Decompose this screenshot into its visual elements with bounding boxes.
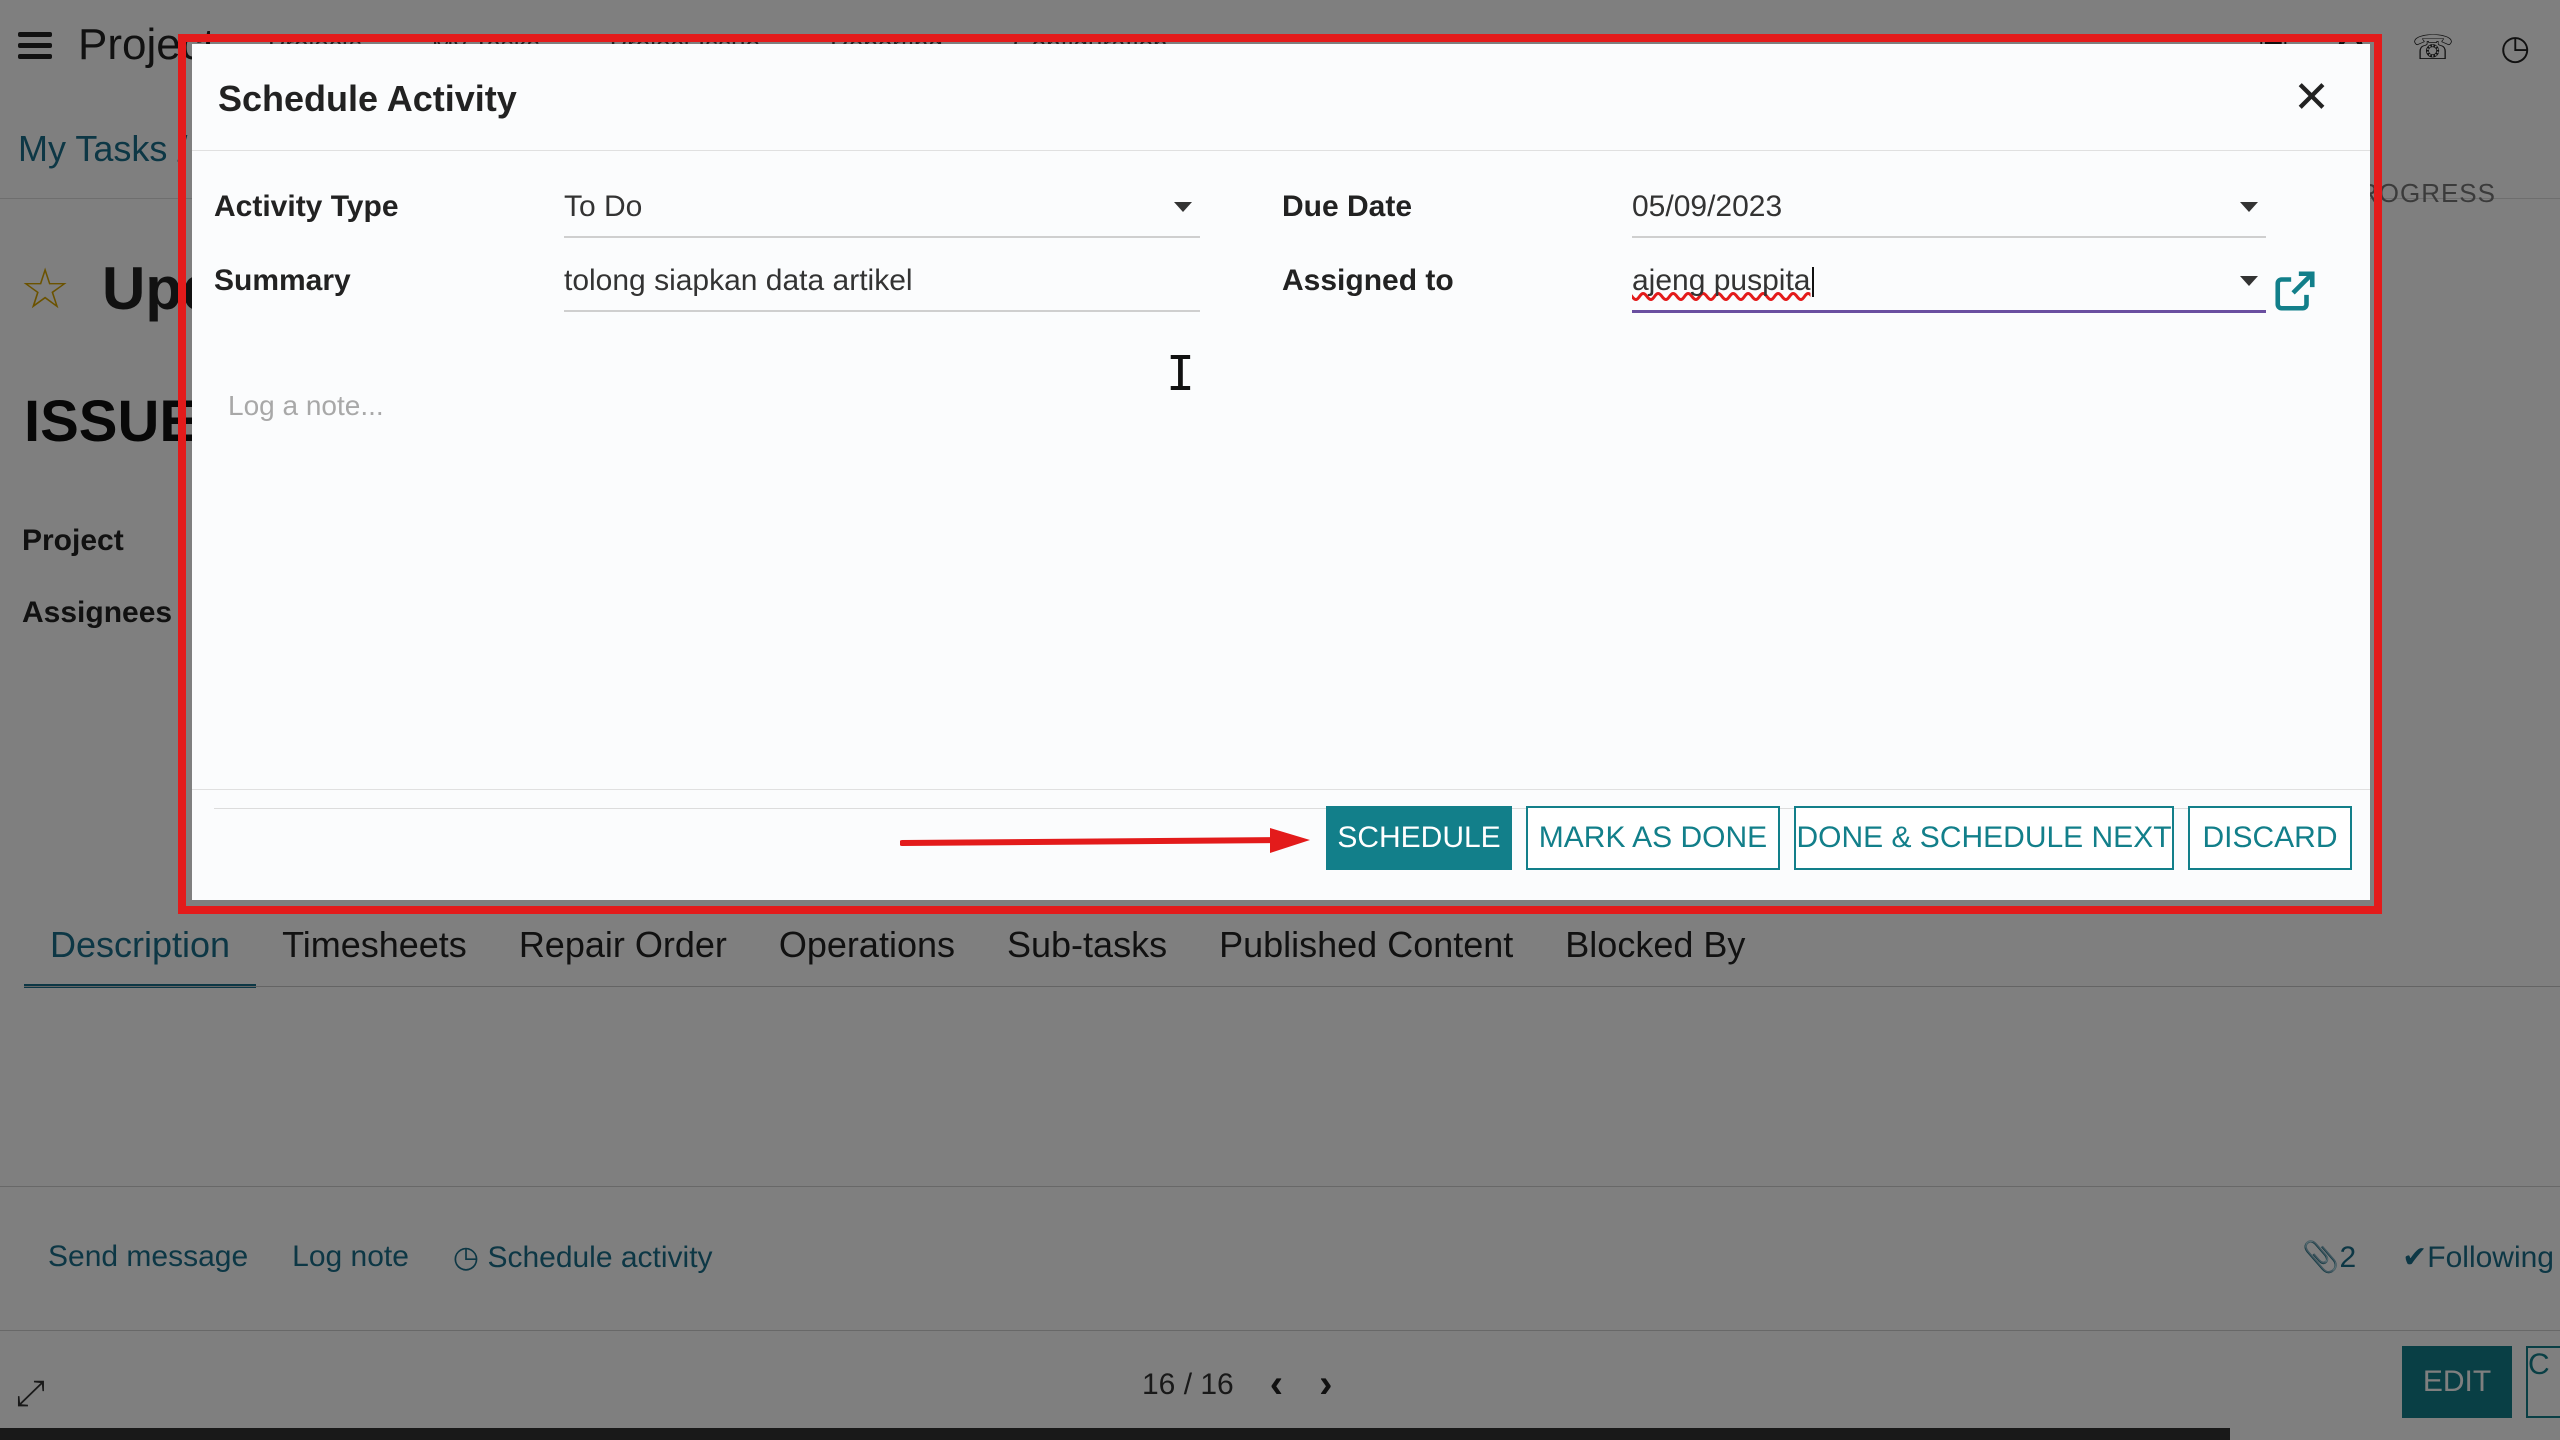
highlight-frame xyxy=(178,34,2382,914)
